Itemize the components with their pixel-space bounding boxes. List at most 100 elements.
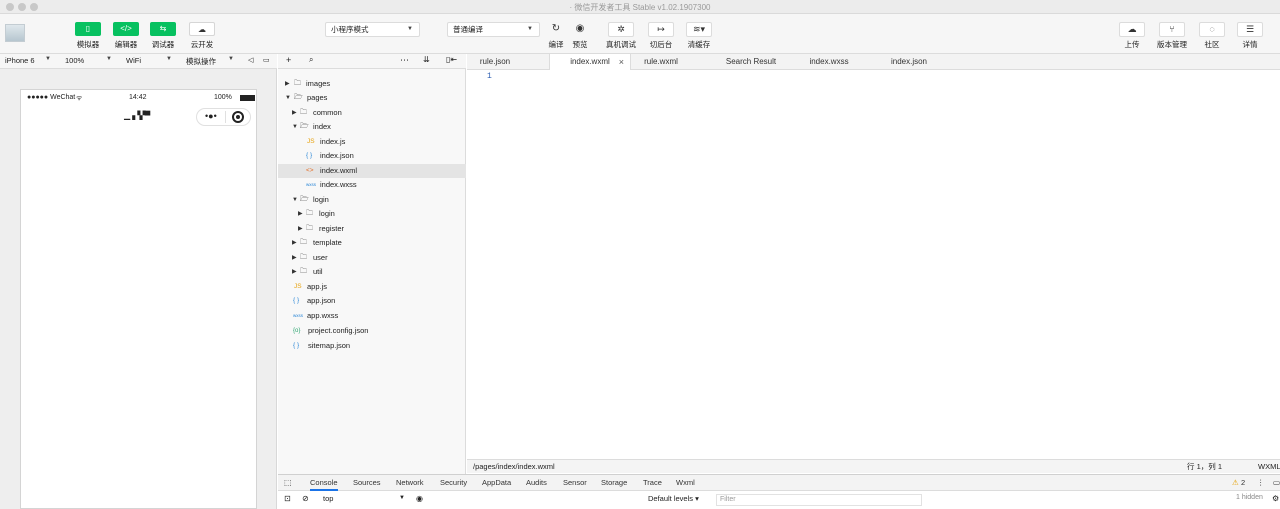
console-filter-bar: ⊡ ⊘ top ▼ ◉ Filter Default levels ▾ 1 hi… [278, 491, 1280, 509]
switch-background-button[interactable]: ↦ [648, 22, 674, 37]
tab-appdata[interactable]: AppData [482, 475, 511, 491]
zoom-select[interactable]: 100% [65, 56, 84, 65]
folder-icon: 🗀 [306, 225, 313, 232]
more-icon[interactable]: •●• [205, 111, 217, 121]
tab-storage[interactable]: Storage [601, 475, 627, 491]
debugger-toggle-button[interactable]: ⇆ [150, 22, 176, 36]
capsule-divider [225, 111, 226, 123]
compile-button[interactable]: ↻ [549, 22, 563, 36]
tree-folder-images[interactable]: ▶ 🗀 images [278, 77, 466, 91]
folder-icon: 🗀 [306, 210, 313, 217]
chevron-down-icon: ▼ [106, 56, 112, 62]
tree-file-app-wxss[interactable]: wxss app.wxss [278, 309, 466, 323]
tree-folder-template[interactable]: ▶ 🗀 template [278, 236, 466, 250]
sidebar-toggle-icon[interactable]: ⊡ [284, 494, 291, 503]
search-icon[interactable]: ⌕ [309, 55, 313, 65]
close-miniprogram-icon[interactable] [232, 111, 244, 123]
tab-rule-wxml[interactable]: rule.wxml [631, 54, 691, 70]
dock-icon[interactable]: ▭ [1273, 475, 1280, 491]
tab-rule-json[interactable]: rule.json [467, 54, 523, 70]
split-view-icon[interactable]: ▯⇤ [446, 55, 457, 64]
menu-capsule: •●• [196, 108, 251, 126]
wifi-icon: ᯤ [76, 95, 83, 102]
preview-button[interactable]: ◉ [573, 22, 587, 36]
details-button[interactable]: ☰ [1237, 22, 1263, 37]
tab-console[interactable]: Console [310, 475, 338, 491]
tab-trace[interactable]: Trace [643, 475, 662, 491]
tree-file-sitemap[interactable]: { } sitemap.json [278, 339, 466, 353]
code-icon: </> [120, 24, 132, 33]
warning-icon[interactable]: ⚠ [1232, 475, 1239, 491]
tree-label: app.json [307, 296, 336, 305]
log-levels-select[interactable]: Default levels ▾ [648, 494, 699, 503]
clear-cache-button[interactable]: ≋▾ [686, 22, 712, 37]
network-select[interactable]: WiFi [126, 56, 141, 65]
tab-sensor[interactable]: Sensor [563, 475, 587, 491]
collapse-all-icon[interactable]: ⇊ [423, 55, 430, 64]
upload-icon: ☁ [1127, 24, 1137, 34]
tree-folder-user[interactable]: ▶ 🗀 user [278, 251, 466, 265]
add-file-icon[interactable]: + [286, 55, 291, 65]
warning-count[interactable]: 2 [1241, 475, 1245, 491]
simulator-toggle-button[interactable]: ▯ [75, 22, 101, 36]
tree-file-index-wxml[interactable]: <> index.wxml [278, 164, 466, 178]
tab-index-wxml[interactable]: index.wxml × [549, 54, 631, 71]
device-select[interactable]: iPhone 6 [5, 56, 35, 65]
clear-console-icon[interactable]: ⊘ [302, 494, 309, 503]
gear-icon[interactable]: ⚙ [1272, 494, 1279, 503]
more-icon[interactable]: ⋮ [1257, 475, 1265, 491]
tree-file-index-wxss[interactable]: wxss index.wxss [278, 178, 466, 192]
tree-file-index-js[interactable]: JS index.js [278, 135, 466, 149]
project-avatar[interactable] [5, 24, 25, 42]
tree-folder-index[interactable]: ▼ 🗁 index [278, 120, 466, 134]
language-mode[interactable]: WXML [1258, 460, 1280, 473]
close-icon[interactable]: × [619, 54, 624, 70]
context-select[interactable]: top [323, 494, 333, 503]
tab-label: rule.json [479, 57, 511, 66]
tree-file-index-json[interactable]: { } index.json [278, 149, 466, 163]
tab-sources[interactable]: Sources [353, 475, 381, 491]
more-icon[interactable]: ⋯ [400, 55, 409, 66]
tab-index-wxss[interactable]: index.wxss [792, 54, 866, 70]
upload-button[interactable]: ☁ [1119, 22, 1145, 37]
community-button[interactable]: ◌ [1199, 22, 1225, 37]
code-editor[interactable]: 1 [467, 70, 1280, 459]
tree-folder-login-sub[interactable]: ▶ 🗀 login [278, 207, 466, 221]
compile-select-value: 普通编译 [453, 25, 483, 34]
tab-search-result[interactable]: Search Result [710, 54, 792, 70]
tab-index-json[interactable]: index.json [872, 54, 946, 70]
tree-folder-login[interactable]: ▼ 🗁 login [278, 193, 466, 207]
detach-icon[interactable]: ▭ [263, 56, 270, 64]
tree-folder-common[interactable]: ▶ 🗀 common [278, 106, 466, 120]
tab-network[interactable]: Network [396, 475, 424, 491]
wxss-file-icon: wxss [293, 313, 303, 318]
tree-file-app-json[interactable]: { } app.json [278, 294, 466, 308]
tab-audits[interactable]: Audits [526, 475, 547, 491]
compile-mode-select[interactable]: 普通编译 ▼ [447, 22, 540, 37]
tree-file-app-js[interactable]: JS app.js [278, 280, 466, 294]
cursor-position[interactable]: 行 1，列 1 [1187, 460, 1222, 473]
cloud-dev-button[interactable]: ☁ [189, 22, 215, 36]
operation-select[interactable]: 模拟操作 [186, 56, 216, 67]
tree-folder-util[interactable]: ▶ 🗀 util [278, 265, 466, 279]
folder-icon: 🗀 [300, 109, 307, 116]
volume-icon[interactable]: ◁ [248, 56, 253, 64]
console-filter-input[interactable]: Filter [716, 494, 922, 506]
remote-debug-button[interactable]: ✲ [608, 22, 634, 37]
tree-file-project-config[interactable]: {o} project.config.json [278, 324, 466, 338]
main-toolbar: ▯ 模拟器 </> 编辑器 ⇆ 调试器 ☁ 云开发 小程序模式 ▼ 普通编译 ▼ ↻… [0, 14, 1280, 54]
eye-icon[interactable]: ◉ [416, 494, 423, 503]
editor-toggle-button[interactable]: </> [113, 22, 139, 36]
tab-label: Search Result [725, 57, 777, 66]
version-button[interactable]: ⑂ [1159, 22, 1185, 37]
tree-label: index.json [320, 151, 354, 160]
tree-label: index.wxss [320, 180, 357, 189]
tree-label: user [313, 253, 328, 262]
tree-folder-register[interactable]: ▶ 🗀 register [278, 222, 466, 236]
tab-label: index.wxml [570, 57, 610, 66]
mode-select[interactable]: 小程序模式 ▼ [325, 22, 420, 37]
tab-wxml[interactable]: Wxml [676, 475, 695, 491]
inspect-icon[interactable]: ⬚ [284, 475, 292, 491]
tree-folder-pages[interactable]: ▼ 🗁 pages [278, 91, 466, 105]
tab-security[interactable]: Security [440, 475, 467, 491]
